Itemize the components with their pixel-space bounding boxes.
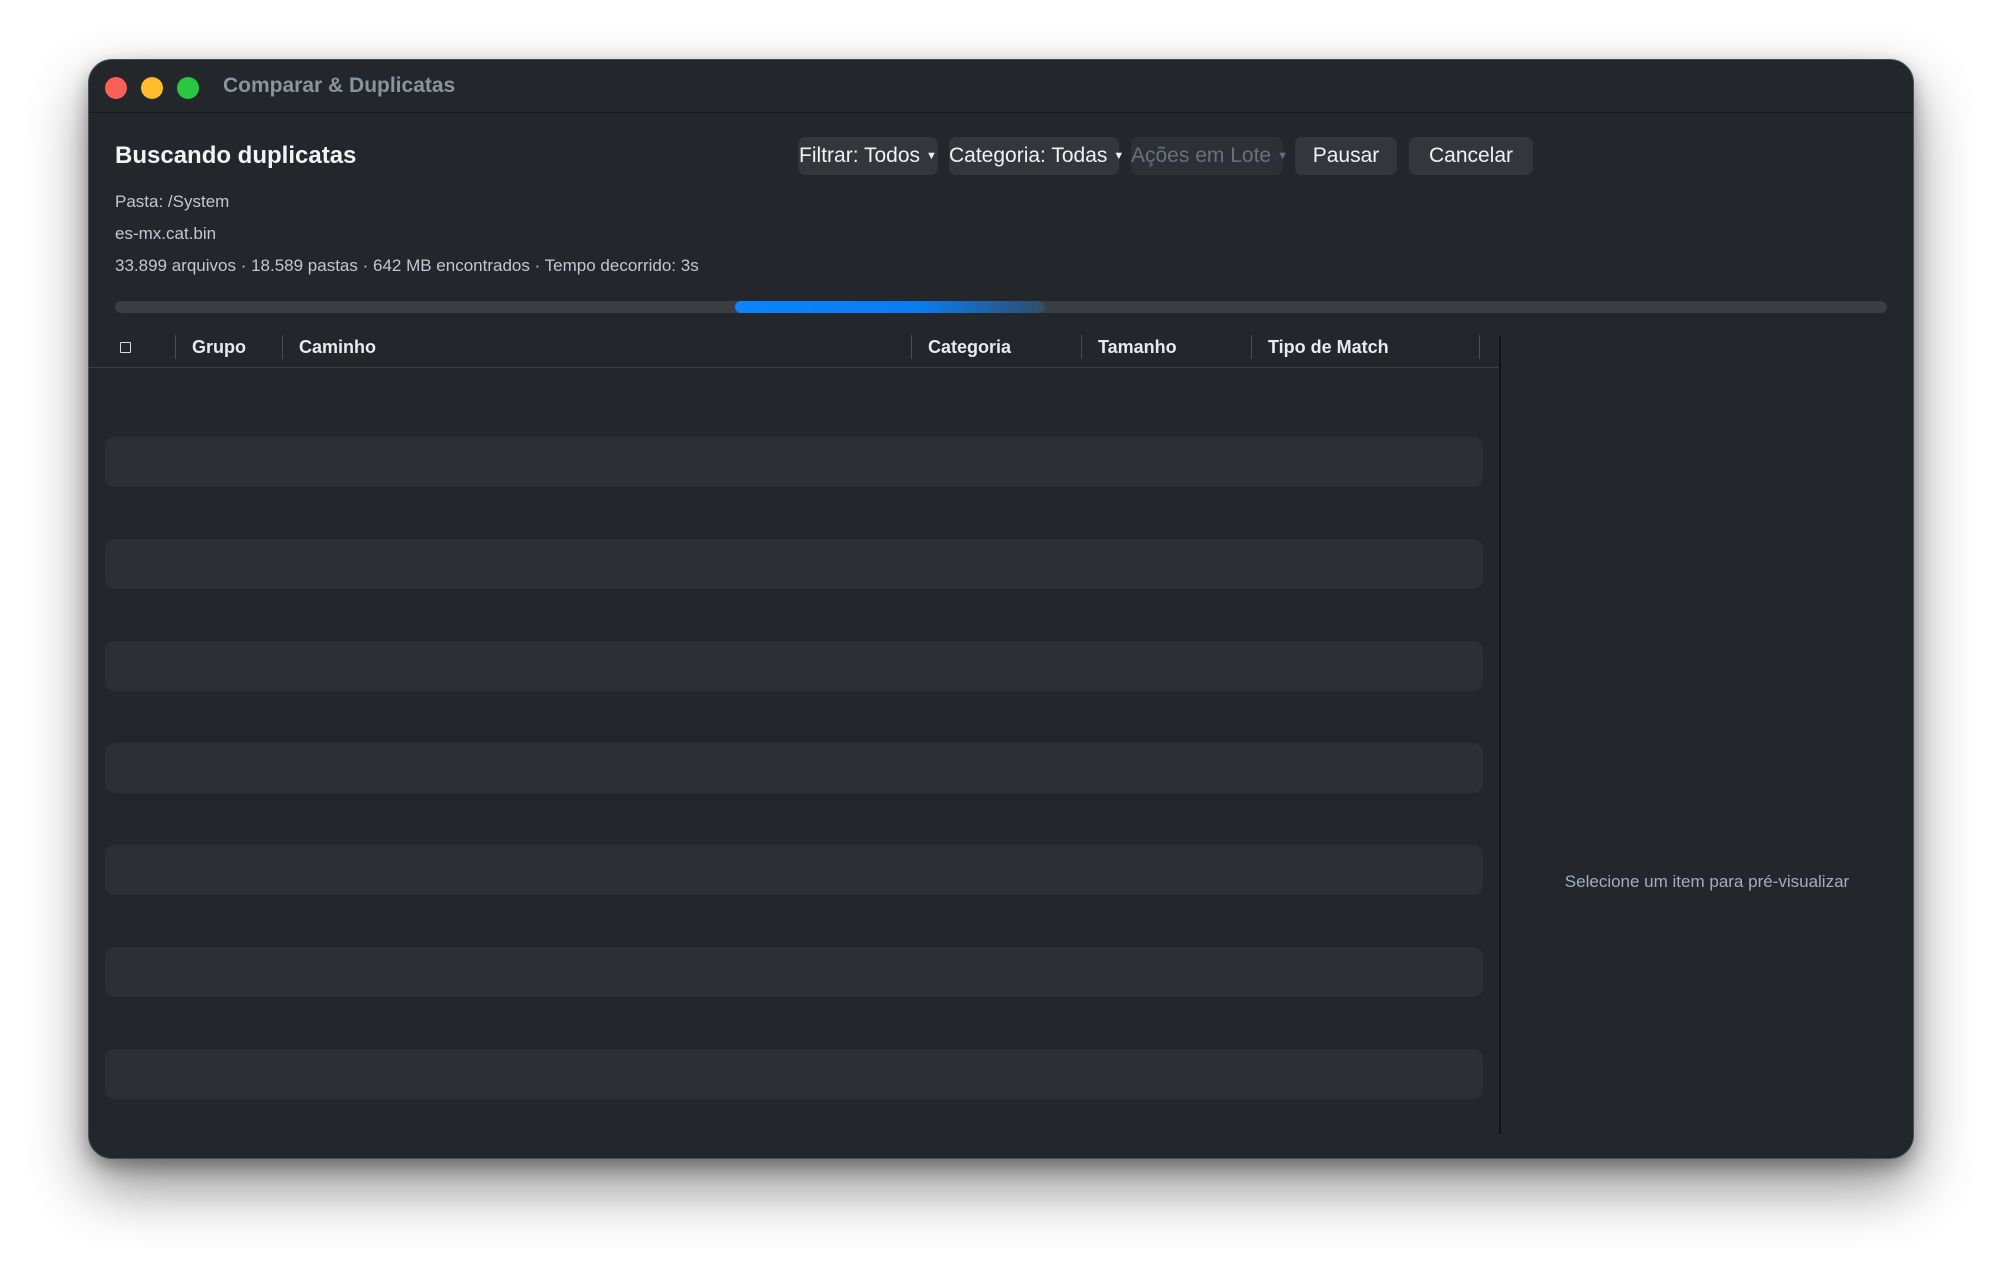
- progress-bar-indicator: [735, 301, 1045, 313]
- checkbox-icon[interactable]: [120, 342, 131, 353]
- split-view-divider[interactable]: [1499, 336, 1501, 1134]
- filter-dropdown[interactable]: Filtrar: Todos ▼: [798, 137, 938, 175]
- loading-placeholder-row: [105, 845, 1483, 895]
- caret-down-icon: ▼: [1277, 150, 1288, 162]
- category-dropdown[interactable]: Categoria: Todas ▼: [949, 137, 1124, 175]
- column-header-match-type[interactable]: Tipo de Match: [1268, 327, 1389, 367]
- duplicates-window: Comparar & Duplicatas Buscando duplicata…: [88, 59, 1914, 1159]
- column-header-size[interactable]: Tamanho: [1098, 327, 1177, 367]
- batch-actions-dropdown[interactable]: Ações em Lote ▼: [1131, 137, 1288, 175]
- column-separator: [1251, 335, 1252, 359]
- preview-empty-message: Selecione um item para pré-visualizar: [1564, 872, 1850, 891]
- current-file: es-mx.cat.bin: [115, 224, 217, 243]
- page-title: Buscando duplicatas: [115, 142, 357, 169]
- loading-placeholder-row: [105, 947, 1483, 997]
- scan-summary: 33.899 arquivos · 18.589 pastas · 642 MB…: [115, 256, 699, 275]
- zoom-window-button[interactable]: [177, 77, 199, 99]
- column-separator: [1479, 335, 1480, 359]
- table-header: Grupo Caminho Categoria Tamanho Tipo de …: [89, 327, 1499, 368]
- column-separator: [282, 335, 283, 359]
- column-separator: [175, 335, 176, 359]
- filter-dropdown-label: Filtrar: Todos: [799, 144, 921, 167]
- progress-bar: [115, 301, 1887, 313]
- title-bar: Comparar & Duplicatas: [89, 60, 1913, 113]
- loading-placeholder-row: [105, 743, 1483, 793]
- column-header-category[interactable]: Categoria: [928, 327, 1011, 367]
- batch-actions-label: Ações em Lote: [1131, 144, 1272, 167]
- column-separator: [1081, 335, 1082, 359]
- loading-placeholder-row: [105, 539, 1483, 589]
- cancel-button[interactable]: Cancelar: [1409, 137, 1533, 175]
- minimize-window-button[interactable]: [141, 77, 163, 99]
- caret-down-icon: ▼: [1113, 150, 1125, 162]
- folder-path: Pasta: /System: [115, 192, 230, 211]
- loading-placeholder-row: [105, 1049, 1483, 1099]
- column-header-path[interactable]: Caminho: [299, 327, 376, 367]
- column-header-group[interactable]: Grupo: [192, 327, 246, 367]
- caret-down-icon: ▼: [926, 150, 937, 162]
- category-dropdown-label: Categoria: Todas: [949, 144, 1108, 167]
- window-title: Comparar & Duplicatas: [223, 74, 456, 97]
- pause-button[interactable]: Pausar: [1295, 137, 1397, 175]
- loading-placeholder-row: [105, 641, 1483, 691]
- column-separator: [911, 335, 912, 359]
- close-window-button[interactable]: [105, 77, 127, 99]
- loading-placeholder-row: [105, 437, 1483, 487]
